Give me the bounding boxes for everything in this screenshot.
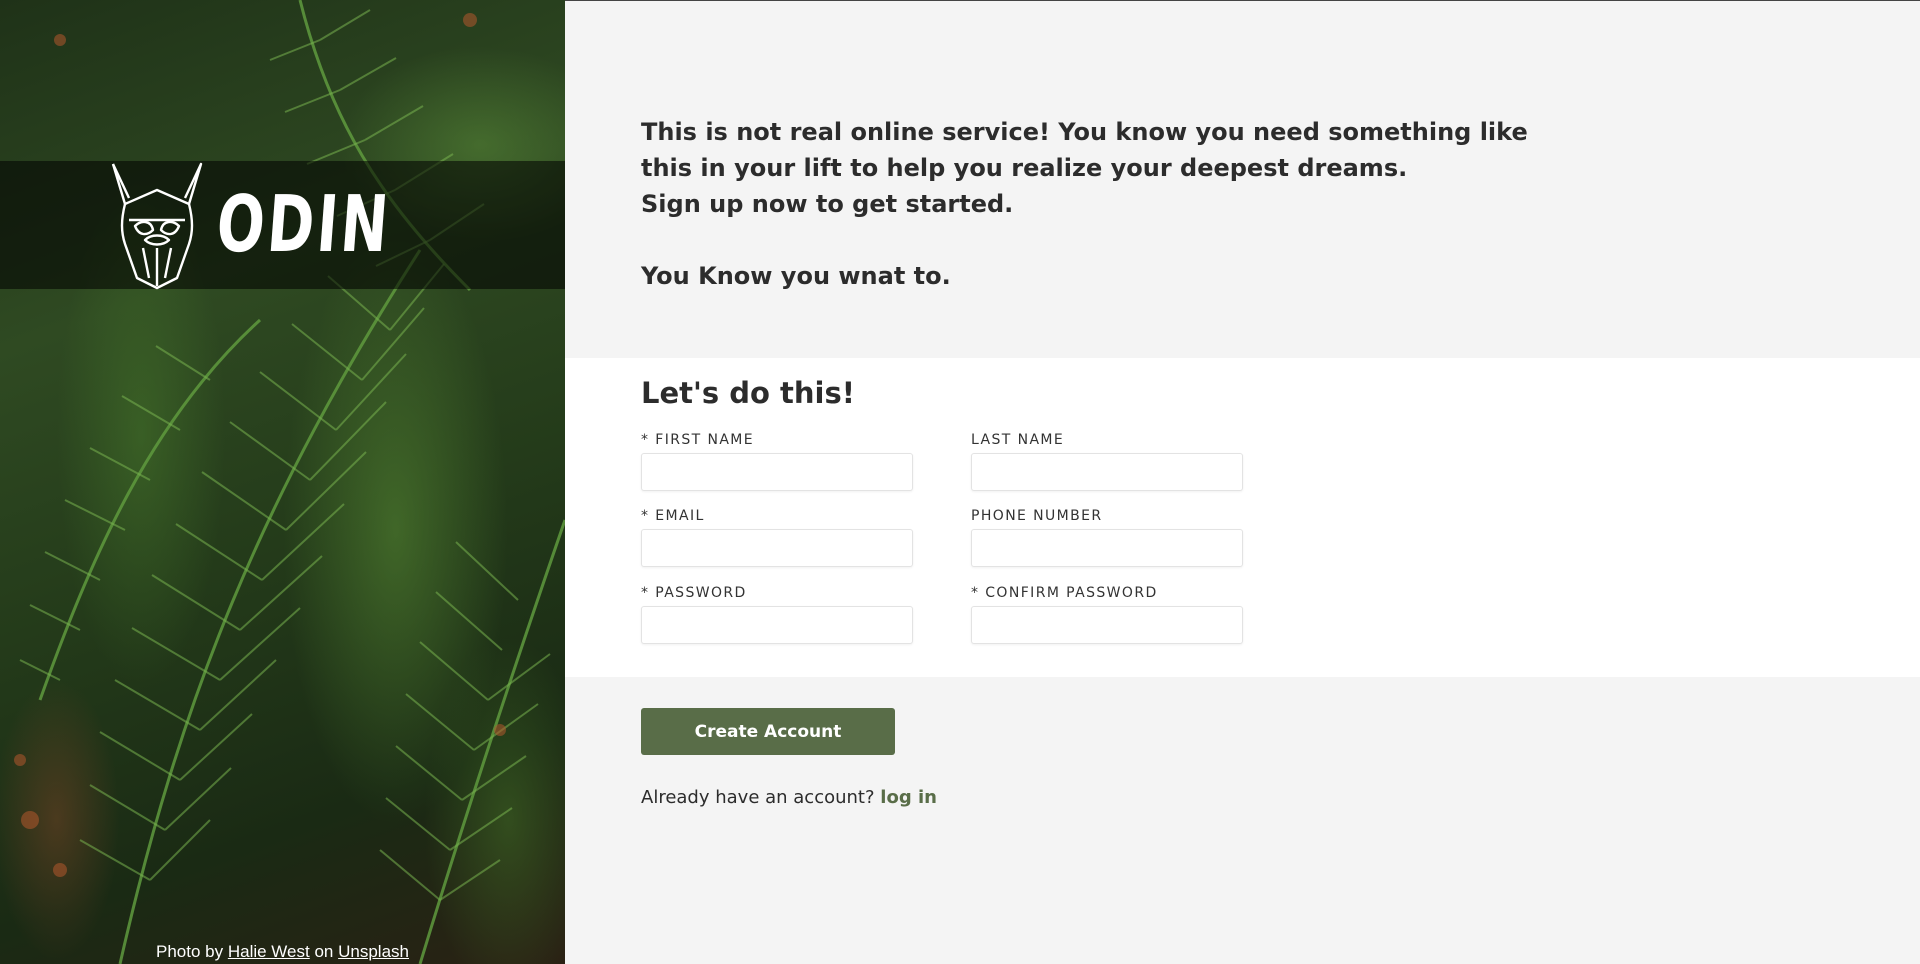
email-label: * EMAIL (641, 508, 705, 524)
logo-band: ODIN (0, 160, 565, 290)
unsplash-link[interactable]: Unsplash (338, 942, 409, 961)
confirm-password-group: * CONFIRM PASSWORD (971, 585, 1243, 644)
intro-line-2: this in your lift to help you realize yo… (641, 154, 1408, 182)
first-name-label: * FIRST NAME (641, 432, 755, 448)
first-name-group: * FIRST NAME (641, 432, 913, 491)
signup-form: Let's do this! * FIRST NAME LAST NAME * … (565, 358, 1920, 677)
form-title: Let's do this! (641, 376, 855, 410)
viking-head-icon (111, 162, 203, 290)
intro-line-1: This is not real online service! You kno… (641, 118, 1528, 146)
password-group: * PASSWORD (641, 585, 913, 644)
intro-line-4: You Know you wnat to. (641, 262, 951, 290)
last-name-group: LAST NAME (971, 432, 1243, 491)
login-prompt-text: Already have an account? (641, 787, 875, 808)
photo-credit-prefix: Photo by (156, 942, 224, 961)
login-prompt: Already have an account? log in (641, 787, 937, 808)
email-group: * EMAIL (641, 508, 913, 567)
page: ODIN Photo by Halie West on Unsplash Thi… (0, 0, 1920, 964)
signup-main: This is not real online service! You kno… (565, 0, 1920, 964)
photo-credit: Photo by Halie West on Unsplash (0, 942, 565, 962)
brand-logo: ODIN (107, 160, 458, 290)
email-input[interactable] (641, 529, 913, 567)
login-link[interactable]: log in (880, 787, 937, 808)
fern-background-image (14, 0, 565, 964)
brand-name: ODIN (213, 180, 394, 270)
password-input[interactable] (641, 606, 913, 644)
confirm-password-input[interactable] (971, 606, 1243, 644)
phone-input[interactable] (971, 529, 1243, 567)
last-name-input[interactable] (971, 453, 1243, 491)
first-name-input[interactable] (641, 453, 913, 491)
hero-image-panel: ODIN Photo by Halie West on Unsplash (0, 0, 565, 964)
confirm-password-label: * CONFIRM PASSWORD (971, 585, 1158, 601)
phone-label: PHONE NUMBER (971, 508, 1103, 524)
create-account-button[interactable]: Create Account (641, 708, 895, 755)
intro-line-3: Sign up now to get started. (641, 190, 1014, 218)
password-label: * PASSWORD (641, 585, 747, 601)
intro-text: This is not real online service! You kno… (641, 114, 1541, 294)
phone-group: PHONE NUMBER (971, 508, 1243, 567)
photo-credit-middle: on (314, 942, 334, 961)
photo-author-link[interactable]: Halie West (228, 942, 310, 961)
last-name-label: LAST NAME (971, 432, 1065, 448)
